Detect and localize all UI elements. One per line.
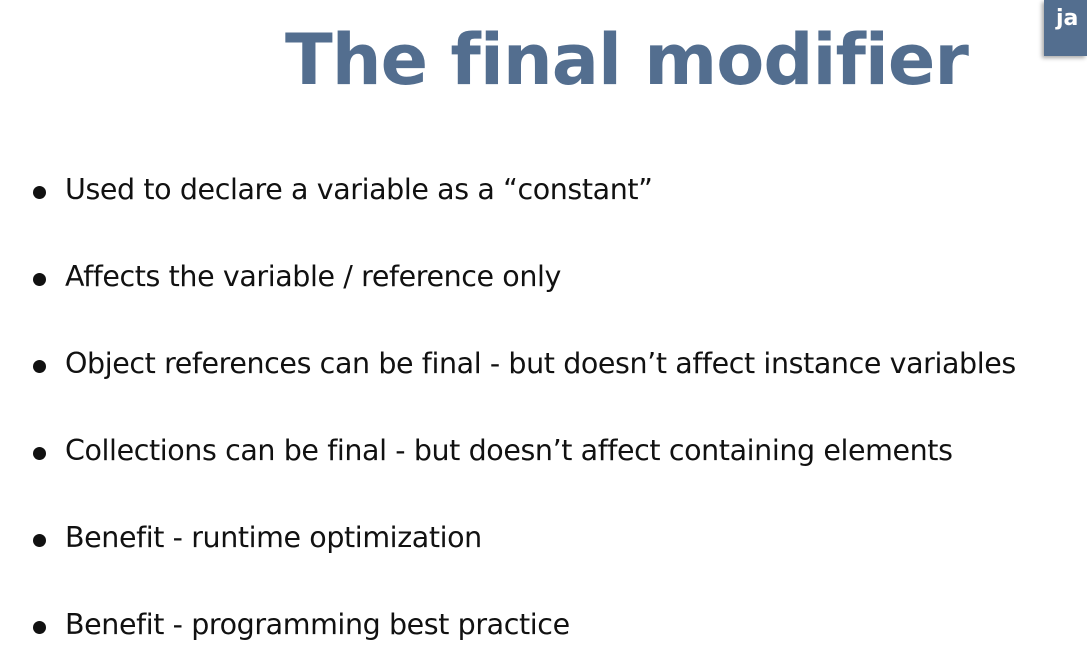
- bullet-dot-icon: [33, 273, 46, 286]
- bullet-dot-icon: [33, 447, 46, 460]
- bullet-dot-icon: [33, 621, 46, 634]
- bullet-dot-icon: [33, 186, 46, 199]
- corner-badge: ja: [1044, 0, 1087, 56]
- slide: The final modifier ja Used to declare a …: [0, 0, 1087, 646]
- title-area: The final modifier: [0, 12, 1087, 112]
- bullet-dot-icon: [33, 360, 46, 373]
- bullet-text: Used to declare a variable as a “constan…: [65, 173, 653, 206]
- bullet-text: Benefit - runtime optimization: [65, 521, 482, 554]
- slide-title: The final modifier: [285, 19, 969, 101]
- corner-badge-label: ja: [1056, 6, 1079, 31]
- bullet-text: Affects the variable / reference only: [65, 260, 561, 293]
- bullet-text: Collections can be final - but doesn’t a…: [65, 434, 953, 467]
- bullet-text: Benefit - programming best practice: [65, 608, 570, 641]
- bullet-text: Object references can be final - but doe…: [65, 347, 1016, 380]
- bullet-dot-icon: [33, 534, 46, 547]
